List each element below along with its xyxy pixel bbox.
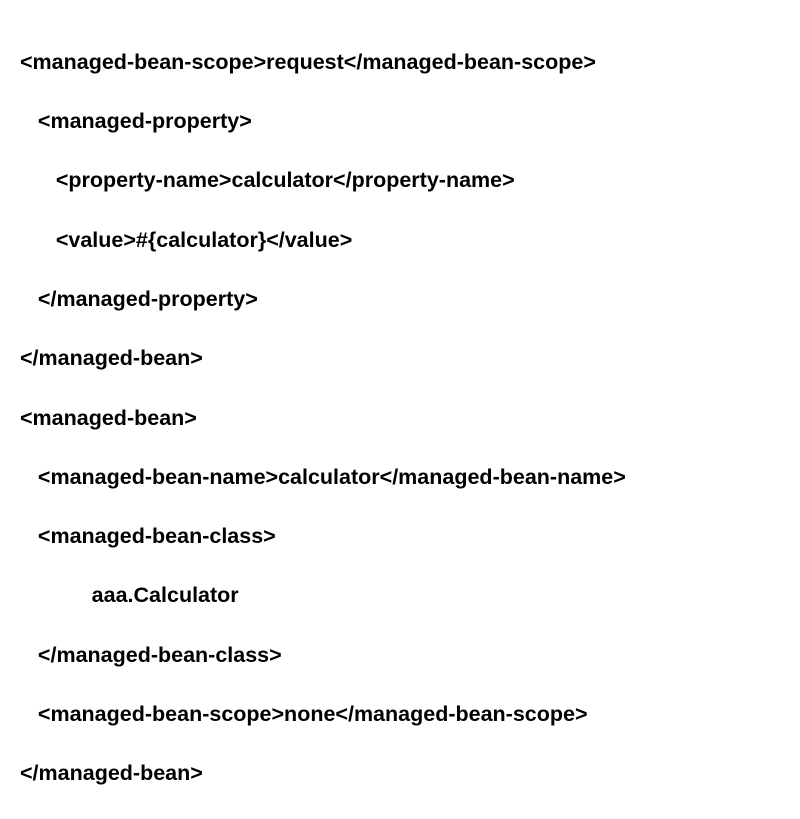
code-line: <managed-bean-class> [20, 522, 780, 552]
code-line: </managed-property> [20, 285, 780, 315]
code-line: <managed-property> [20, 107, 780, 137]
code-line: <managed-bean> [20, 404, 780, 434]
code-line: <value>#{calculator}</value> [20, 226, 780, 256]
code-line: aaa.Calculator [20, 581, 780, 611]
code-line: <managed-bean-scope>request</managed-bea… [20, 48, 780, 78]
xml-code-block: <managed-bean-scope>request</managed-bea… [20, 18, 780, 819]
code-line: <managed-bean-scope>none</managed-bean-s… [20, 700, 780, 730]
code-line: </managed-bean> [20, 344, 780, 374]
code-line: <managed-bean-name>calculator</managed-b… [20, 463, 780, 493]
code-line: <property-name>calculator</property-name… [20, 166, 780, 196]
code-line: </managed-bean> [20, 759, 780, 789]
code-line: </managed-bean-class> [20, 641, 780, 671]
